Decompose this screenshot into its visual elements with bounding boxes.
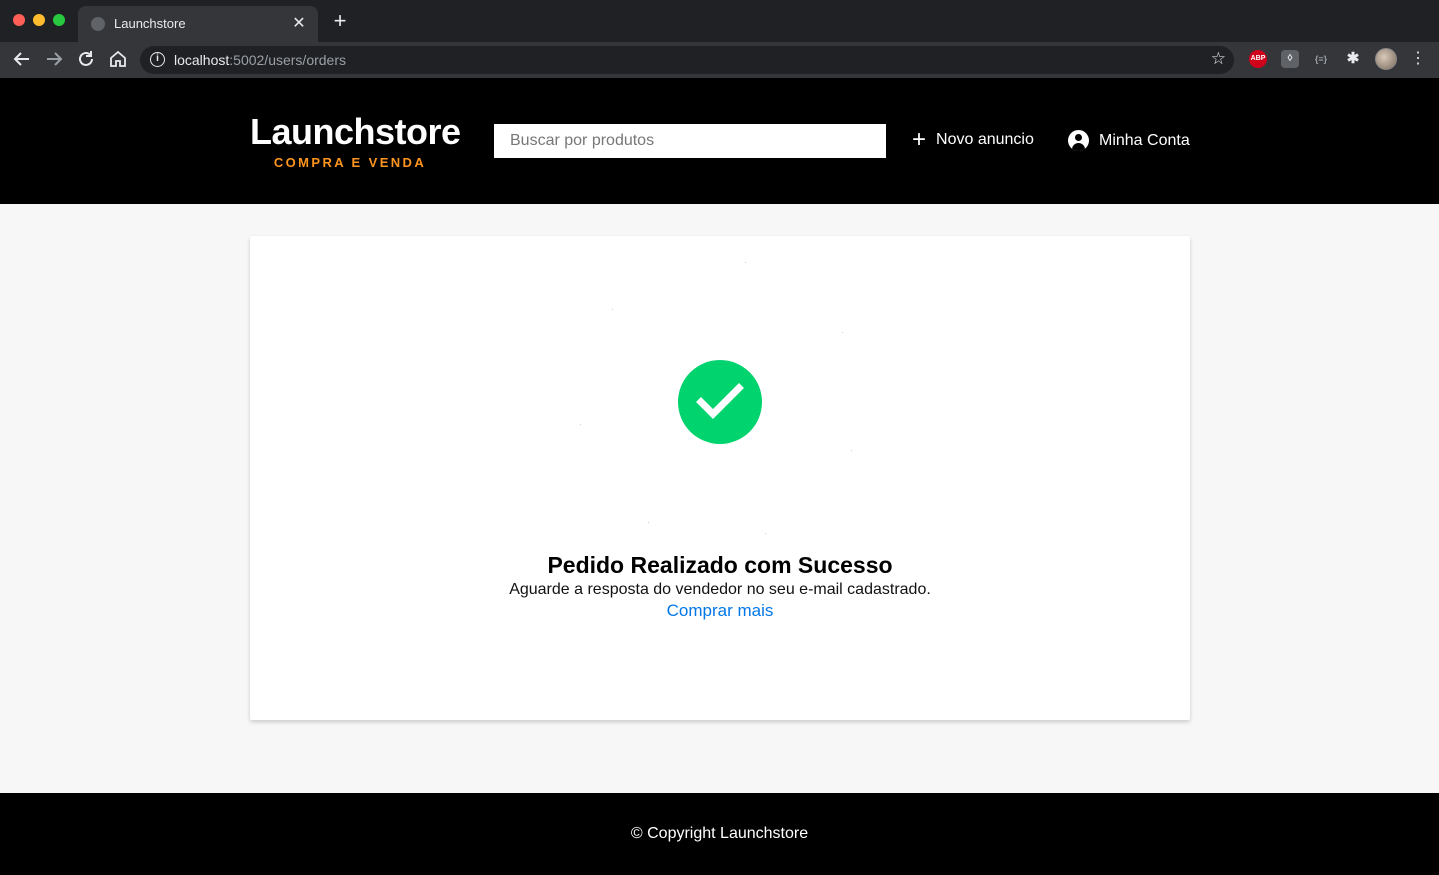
search-input[interactable]: [494, 124, 886, 158]
more-vert-icon[interactable]: ⋮: [1409, 48, 1427, 70]
back-icon[interactable]: [11, 48, 33, 70]
confetti-dot: [745, 262, 746, 263]
logo[interactable]: Launchstore COMPRA E VENDA: [250, 111, 461, 171]
success-message: Aguarde a resposta do vendedor no seu e-…: [509, 581, 931, 598]
globe-icon: [91, 17, 105, 31]
new-ad-label: Novo anuncio: [936, 131, 1034, 148]
site-header: Launchstore COMPRA E VENDA + Novo anunci…: [0, 78, 1439, 204]
add-icon: +: [912, 126, 927, 153]
confetti-dot: [851, 450, 852, 451]
close-tab-icon[interactable]: ✕: [290, 13, 308, 33]
minimize-window-button[interactable]: [33, 14, 45, 26]
extension-icon[interactable]: ◊: [1281, 50, 1299, 68]
puzzle-icon[interactable]: ✱: [1344, 50, 1362, 68]
home-icon[interactable]: [107, 48, 129, 70]
logo-title: Launchstore: [250, 111, 461, 152]
json-extension-icon[interactable]: {≡}: [1312, 50, 1330, 68]
forward-icon[interactable]: [43, 48, 65, 70]
url-text[interactable]: localhost:5002/users/orders: [174, 52, 346, 68]
confetti-dot: [648, 522, 649, 523]
url-path: :5002/users/orders: [229, 52, 346, 68]
adblock-extension-icon[interactable]: ABP: [1249, 50, 1267, 68]
tab-title: Launchstore: [114, 16, 186, 31]
reload-icon[interactable]: [75, 48, 97, 70]
account-circle-icon: [1068, 130, 1089, 151]
confetti-dot: [580, 424, 581, 425]
confetti-dot: [842, 332, 843, 333]
new-ad-link[interactable]: + Novo anuncio: [912, 126, 1034, 153]
profile-avatar[interactable]: [1375, 48, 1397, 70]
account-link[interactable]: Minha Conta: [1068, 130, 1190, 151]
success-check-icon: [678, 360, 762, 444]
info-icon[interactable]: i: [150, 52, 165, 67]
url-host: localhost: [174, 52, 230, 68]
confetti-dot: [612, 309, 613, 310]
bookmark-star-icon[interactable]: ☆: [1211, 49, 1226, 69]
success-title: Pedido Realizado com Sucesso: [547, 552, 893, 578]
success-card: Pedido Realizado com Sucesso Aguarde a r…: [250, 236, 1190, 720]
site-footer: © Copyright Launchstore: [0, 793, 1439, 875]
browser-tab[interactable]: Launchstore ✕: [78, 6, 318, 42]
account-label: Minha Conta: [1099, 131, 1190, 149]
confetti-dot: [765, 533, 766, 534]
maximize-window-button[interactable]: [53, 14, 65, 26]
address-bar[interactable]: i localhost:5002/users/orders ☆: [140, 46, 1234, 74]
new-tab-button[interactable]: +: [330, 10, 350, 32]
browser-tabbar: Launchstore ✕ +: [0, 0, 1439, 42]
buy-more-link[interactable]: Comprar mais: [250, 601, 1190, 621]
browser-toolbar: i localhost:5002/users/orders ☆ ABP ◊ {≡…: [0, 42, 1439, 78]
copyright-text: © Copyright Launchstore: [630, 825, 809, 842]
logo-subtitle: COMPRA E VENDA: [273, 155, 427, 170]
close-window-button[interactable]: [13, 14, 25, 26]
